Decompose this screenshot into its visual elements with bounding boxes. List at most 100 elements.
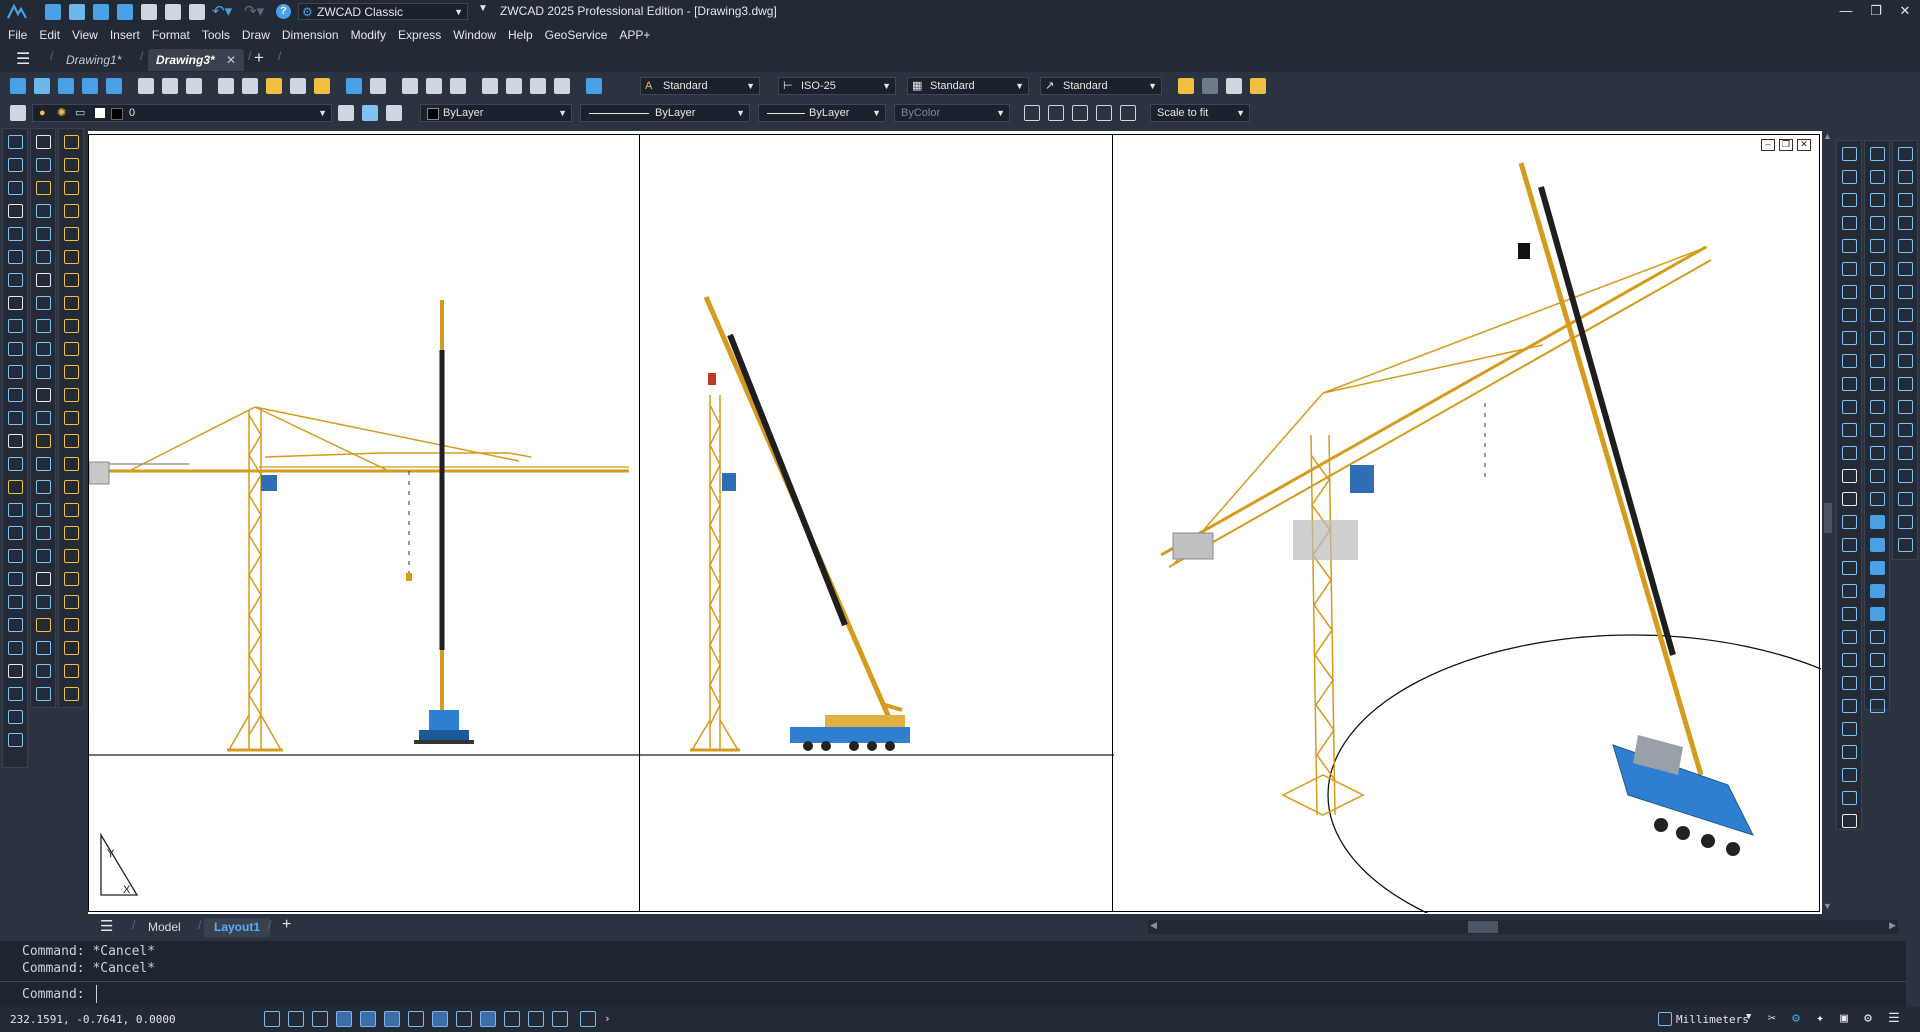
ucs-icon-icon[interactable]: [1898, 469, 1913, 483]
layer-iso-icon[interactable]: [386, 105, 402, 121]
face-ucs-icon[interactable]: [1898, 216, 1913, 230]
osnap-toggle-icon[interactable]: [360, 1011, 376, 1027]
extrude-icon[interactable]: [1870, 331, 1885, 345]
undo-icon[interactable]: ↶▾: [212, 2, 232, 20]
copy-icon[interactable]: [36, 595, 51, 609]
design-center-icon[interactable]: [506, 78, 522, 94]
sw-iso-icon[interactable]: [1842, 285, 1857, 299]
menu-insert[interactable]: Insert: [104, 24, 146, 46]
baseline-dim-icon[interactable]: [64, 342, 79, 356]
viewport-icon-1[interactable]: [1024, 105, 1040, 121]
named-ucs-icon[interactable]: [1898, 446, 1913, 460]
arc-icon[interactable]: [8, 250, 23, 264]
walk-icon[interactable]: [1842, 515, 1857, 529]
color-combo[interactable]: ByLayer ▼: [420, 104, 572, 122]
offset-icon[interactable]: [36, 204, 51, 218]
linear-dim-icon[interactable]: [64, 135, 79, 149]
named-view-icon[interactable]: [1898, 538, 1913, 552]
bottom-view-icon[interactable]: [1842, 170, 1857, 184]
object-ucs-icon[interactable]: [1898, 239, 1913, 253]
rectangle-icon[interactable]: [8, 227, 23, 241]
realistic-icon[interactable]: [1842, 768, 1857, 782]
mleader-style-combo[interactable]: ↗ Standard ▼: [1040, 77, 1162, 95]
customization-icon[interactable]: ☰: [1886, 1011, 1902, 1027]
clean-screen-icon[interactable]: ▣: [1836, 1011, 1852, 1027]
sheet-set-icon[interactable]: [554, 78, 570, 94]
previous-ucs-icon[interactable]: [1898, 193, 1913, 207]
cloud-icon[interactable]: [8, 296, 23, 310]
angular-dim-icon[interactable]: [64, 296, 79, 310]
left-view-icon[interactable]: [1842, 193, 1857, 207]
layer-prev-icon[interactable]: [338, 105, 354, 121]
add-selected-icon[interactable]: [8, 572, 23, 586]
menu-window[interactable]: Window: [447, 24, 502, 46]
region-icon[interactable]: [8, 503, 23, 517]
model-paper-toggle-icon[interactable]: [480, 1011, 496, 1027]
layout-grid-icon[interactable]: [1178, 78, 1194, 94]
extend-icon[interactable]: [36, 365, 51, 379]
jogged-dim-icon[interactable]: [64, 250, 79, 264]
erase-icon[interactable]: [36, 135, 51, 149]
drawing-canvas[interactable]: Y X – ❐ ✕: [88, 131, 1920, 956]
undo-icon[interactable]: [346, 78, 362, 94]
scroll-right-icon[interactable]: ▶: [1889, 920, 1896, 931]
line-icon[interactable]: [8, 135, 23, 149]
revolve-icon[interactable]: [1870, 354, 1885, 368]
mtext-icon[interactable]: [8, 549, 23, 563]
viewport-iso-view[interactable]: – ❐ ✕: [1112, 134, 1920, 956]
dim-edit-icon[interactable]: [64, 526, 79, 540]
make-block-icon[interactable]: [8, 411, 23, 425]
menu-app-[interactable]: APP+: [613, 24, 656, 46]
viewport-icon-5[interactable]: [1120, 105, 1136, 121]
jogged-linear-icon[interactable]: [64, 503, 79, 517]
dim-break-icon[interactable]: [64, 411, 79, 425]
arc-icon[interactable]: [8, 710, 23, 724]
redo-icon[interactable]: [370, 78, 386, 94]
save-as-icon[interactable]: [117, 4, 133, 20]
align-icon[interactable]: [36, 526, 51, 540]
paste-icon[interactable]: [266, 78, 282, 94]
rectangle-icon[interactable]: [8, 687, 23, 701]
chevron-right-icon[interactable]: ›: [604, 1012, 611, 1025]
rotate-icon[interactable]: [36, 273, 51, 287]
construction-line-icon[interactable]: [8, 618, 23, 632]
ucs-icon[interactable]: [1898, 147, 1913, 161]
clean-icon[interactable]: [1870, 676, 1885, 690]
aligned-dim-icon[interactable]: [64, 641, 79, 655]
save-file-icon[interactable]: [58, 78, 74, 94]
minimize-button[interactable]: —: [1836, 2, 1856, 20]
quick-props-toggle-icon[interactable]: [504, 1011, 520, 1027]
publish-file-icon[interactable]: [106, 78, 122, 94]
cone-icon[interactable]: [1870, 193, 1885, 207]
vertical-scrollbar[interactable]: ▲ ▼: [1822, 131, 1834, 914]
viewport-icon-3[interactable]: [1072, 105, 1088, 121]
trim-icon[interactable]: [36, 342, 51, 356]
menu-format[interactable]: Format: [146, 24, 196, 46]
swivel-icon[interactable]: [1842, 676, 1857, 690]
move-icon[interactable]: [36, 687, 51, 701]
new-icon[interactable]: [45, 4, 61, 20]
apply-ucs-icon[interactable]: [1898, 423, 1913, 437]
nw-iso-icon[interactable]: [1842, 354, 1857, 368]
orbit-icon[interactable]: [1842, 400, 1857, 414]
hatch-icon[interactable]: [8, 457, 23, 471]
customize-icon[interactable]: ▼: [478, 3, 488, 14]
dim-update-icon[interactable]: [64, 572, 79, 586]
hamburger-icon[interactable]: ☰: [16, 49, 30, 69]
sphere-icon[interactable]: [1870, 216, 1885, 230]
top-view-icon[interactable]: [1842, 147, 1857, 161]
imprint-icon[interactable]: [1870, 607, 1885, 621]
print-preview-icon[interactable]: [162, 78, 178, 94]
new-file-icon[interactable]: [10, 78, 26, 94]
diameter-dim-icon[interactable]: [64, 273, 79, 287]
isolate-objects-icon[interactable]: ⚙: [1788, 1011, 1804, 1027]
interfere-icon[interactable]: [1870, 538, 1885, 552]
insert-block-icon[interactable]: [8, 388, 23, 402]
tab-layout1[interactable]: Layout1: [204, 918, 271, 937]
zoom-realtime-icon[interactable]: [402, 78, 418, 94]
radius-dim-icon[interactable]: [64, 227, 79, 241]
viewport-icon-4[interactable]: [1096, 105, 1112, 121]
menu-express[interactable]: Express: [392, 24, 447, 46]
continuous-orbit-icon[interactable]: [1842, 446, 1857, 460]
scroll-down-icon[interactable]: ▼: [1823, 901, 1832, 911]
